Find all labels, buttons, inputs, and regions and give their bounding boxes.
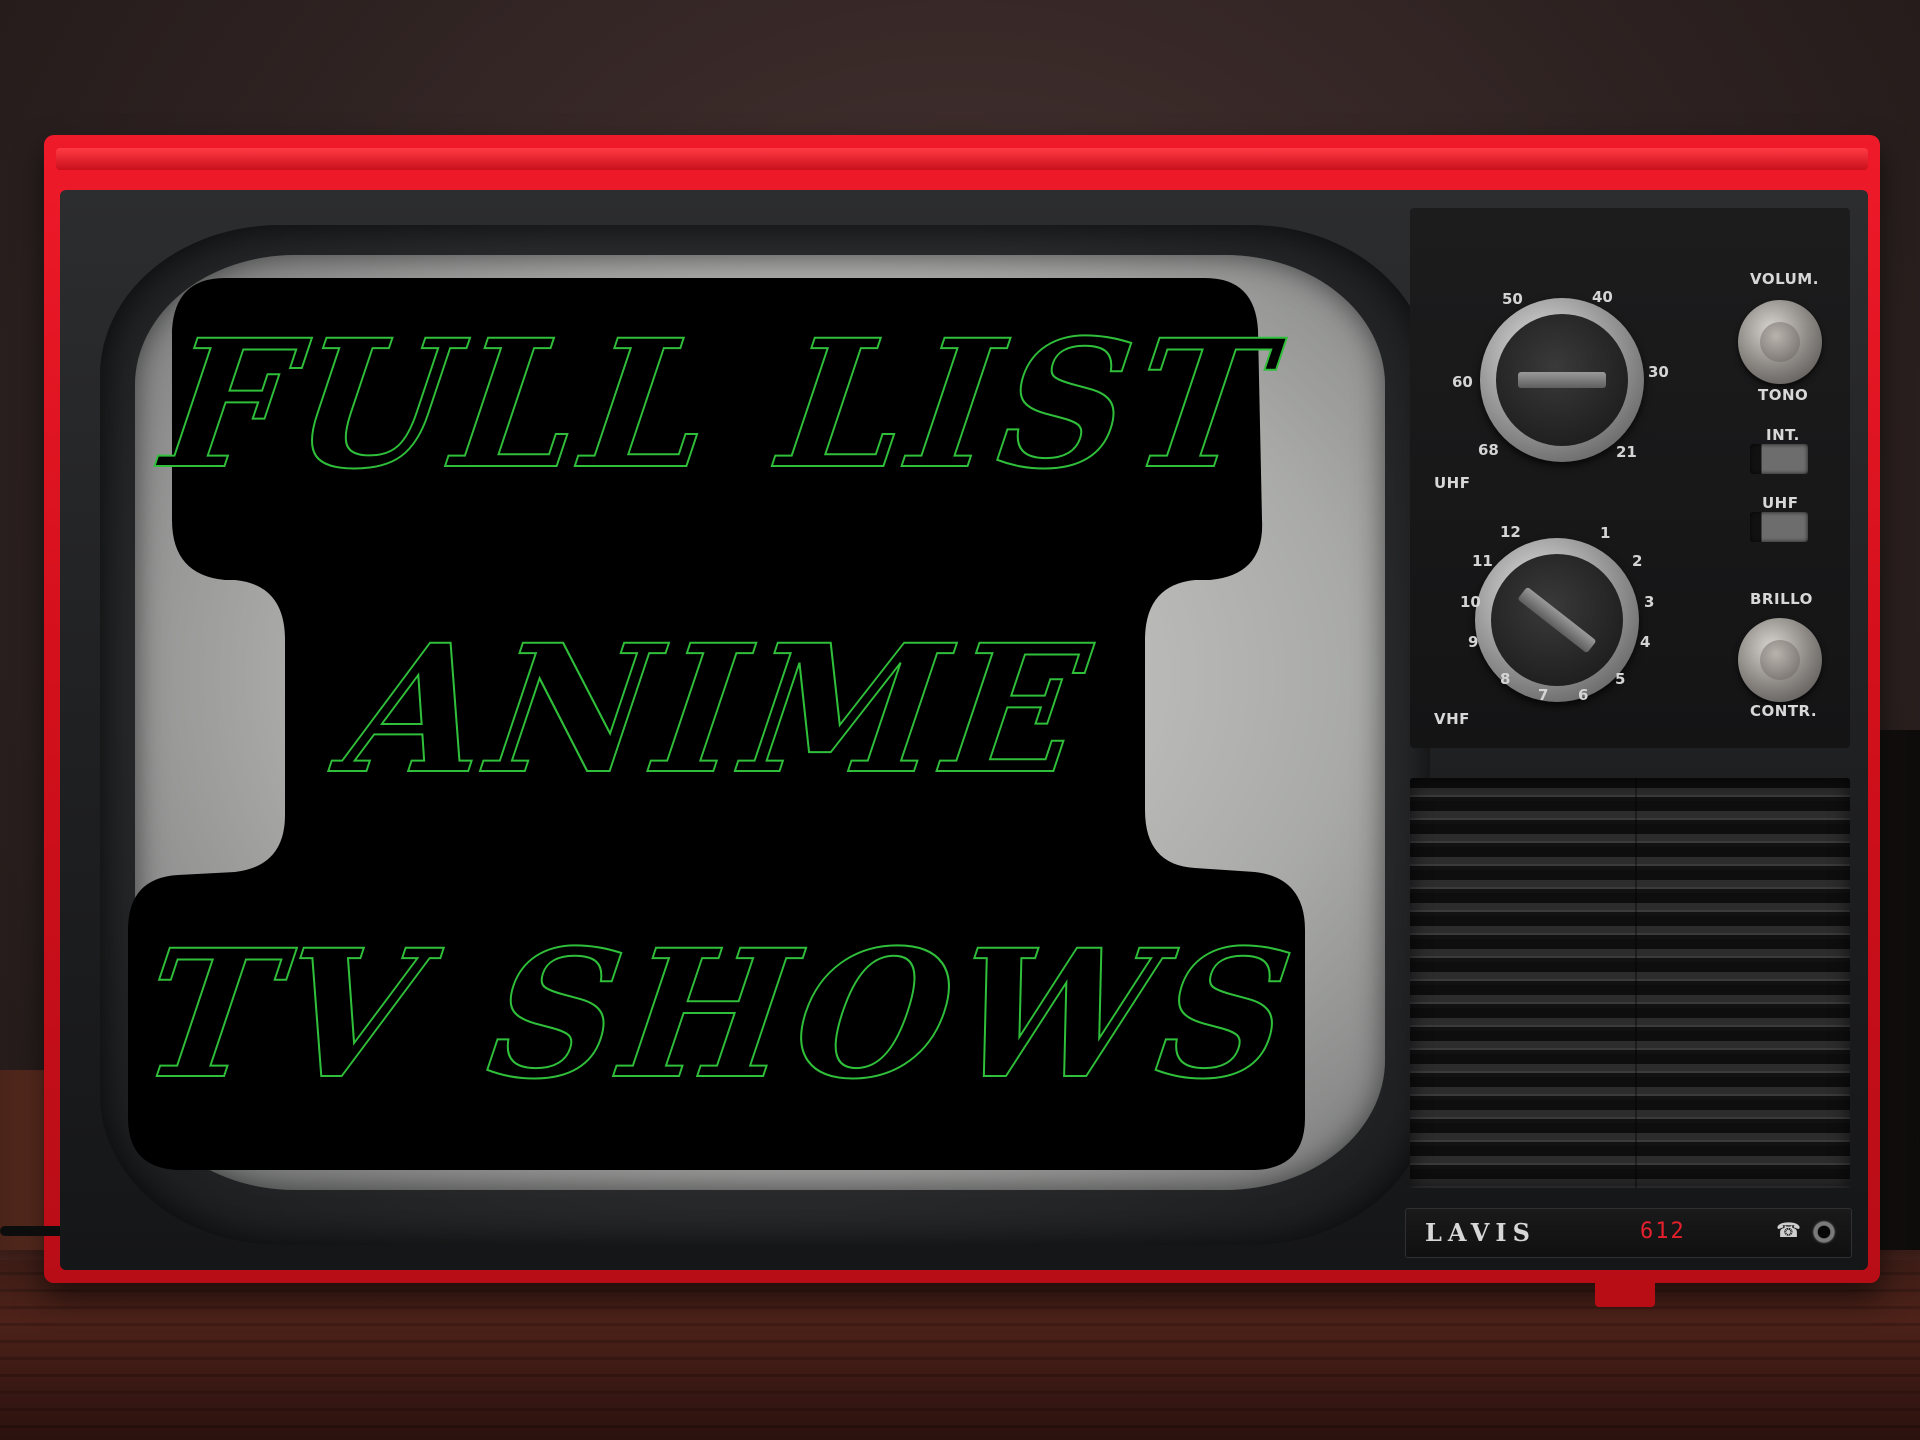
uhf-dial-number: 21: [1616, 443, 1637, 461]
vhf-dial-number: 11: [1472, 552, 1493, 570]
vhf-dial-number: 5: [1615, 670, 1626, 688]
uhf-dial-number: 50: [1502, 290, 1523, 308]
tv-foot: [1595, 1275, 1655, 1307]
title-line-2: ANIME: [335, 605, 1105, 814]
vhf-dial-number: 9: [1468, 633, 1479, 651]
uhf-tuning-dial[interactable]: [1480, 298, 1644, 462]
volume-knob-cap: [1760, 322, 1800, 362]
tone-label: TONO: [1758, 386, 1809, 404]
volume-label: VOLUM.: [1750, 270, 1819, 288]
volume-knob[interactable]: [1738, 300, 1822, 384]
vhf-dial-number: 2: [1632, 552, 1643, 570]
uhf-dial-pointer: [1518, 372, 1606, 388]
brightness-knob[interactable]: [1738, 618, 1822, 702]
vhf-dial-number: 8: [1500, 670, 1511, 688]
model-number: 612: [1640, 1219, 1686, 1244]
brand-name: LAVIS: [1425, 1218, 1536, 1247]
uhf-dial-number: 60: [1452, 373, 1473, 391]
contrast-label: CONTR.: [1750, 702, 1818, 720]
uhf-dial-number: 68: [1478, 441, 1499, 459]
vhf-dial-number: 12: [1500, 523, 1521, 541]
int-label: INT.: [1766, 426, 1800, 444]
vhf-dial-number: 7: [1538, 686, 1549, 704]
vhf-dial-number: 10: [1460, 593, 1481, 611]
vhf-dial-number: 3: [1644, 593, 1655, 611]
control-panel: 50 40 30 60 68 21 UHF 12 1 2 3 4 5 6 7 8…: [1410, 208, 1850, 748]
uhf-dial-number: 30: [1648, 363, 1669, 381]
uhf-dial-number: 40: [1592, 288, 1613, 306]
uhf-band-label: UHF: [1434, 474, 1471, 492]
vhf-dial-number: 6: [1578, 686, 1589, 704]
brightness-knob-cap: [1760, 640, 1800, 680]
vhf-dial-number: 1: [1600, 524, 1611, 542]
wooden-post: [0, 1070, 48, 1250]
vhf-dial-number: 4: [1640, 633, 1651, 651]
uhf-switch[interactable]: [1750, 512, 1808, 542]
vhf-dial-pointer: [1517, 586, 1597, 654]
brightness-label: BRILLO: [1750, 590, 1813, 608]
vhf-dial-face: [1491, 554, 1623, 686]
uhf-dial-face: [1496, 314, 1628, 446]
audio-jack-icon[interactable]: [1812, 1220, 1836, 1244]
headphone-jack-icon: ☎: [1776, 1218, 1801, 1242]
uhf-switch-label: UHF: [1762, 494, 1799, 512]
speaker-grille: [1410, 778, 1850, 1188]
grille-divider: [1635, 778, 1637, 1188]
vhf-band-label: VHF: [1434, 710, 1470, 728]
int-switch[interactable]: [1750, 444, 1808, 474]
title-line-3: TV SHOWS: [130, 910, 1309, 1119]
tv-top-ridge: [56, 148, 1868, 170]
title-line-1: FULL LIST: [152, 300, 1288, 509]
